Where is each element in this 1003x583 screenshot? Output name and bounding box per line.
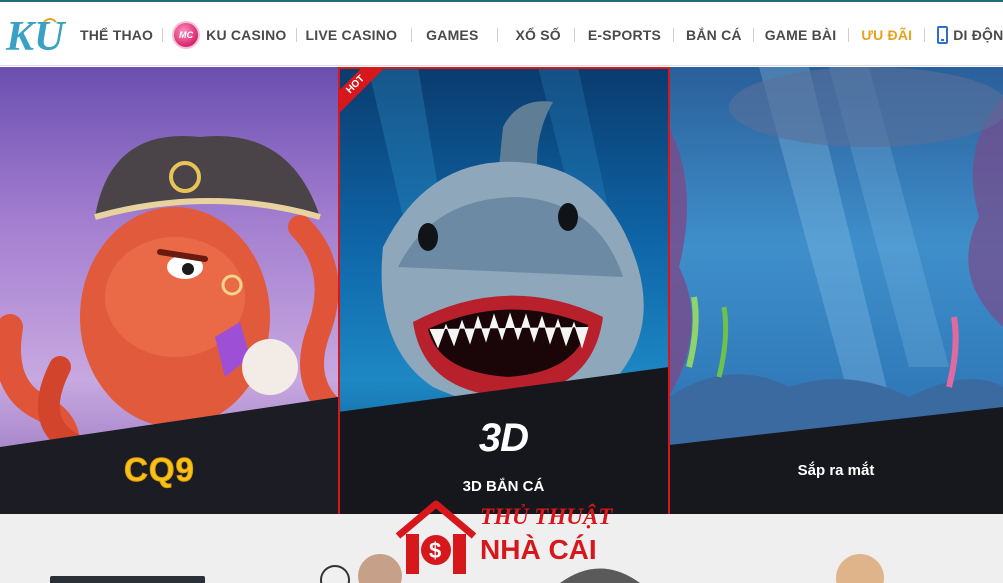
nav-label: BẮN CÁ — [686, 27, 742, 43]
hot-ribbon: HOT — [338, 67, 390, 119]
nav-label: KU CASINO — [206, 27, 287, 43]
nav-label: ƯU ĐÃI — [861, 27, 913, 43]
nav-item-games[interactable]: GAMES — [426, 2, 478, 68]
nav-label: XỔ SỐ — [515, 27, 561, 43]
ku-logo[interactable]: KU — [4, 12, 74, 58]
game-card-3d-fishing[interactable]: 3D 3D BẮN CÁ — [338, 67, 669, 514]
nav-divider — [924, 28, 926, 42]
octopus-pirate-art — [0, 136, 338, 514]
nav-item-sports[interactable]: THỂ THAO — [80, 2, 153, 68]
nav-label: E-SPORTS — [587, 27, 662, 43]
nav-divider — [673, 28, 675, 42]
watermark-line-2: NHÀ CÁI — [480, 534, 597, 565]
cq9-logo: CQ9 — [124, 451, 195, 489]
nav-item-lottery[interactable]: XỔ SỐ — [516, 2, 561, 68]
nav-divider — [162, 28, 164, 42]
mc-badge-text: MC — [178, 30, 194, 40]
3d-logo: 3D — [478, 416, 529, 460]
nav-label: DI ĐỘNG — [953, 27, 1003, 43]
svg-text:$: $ — [429, 538, 441, 563]
nav-item-fishing[interactable]: BẮN CÁ — [686, 2, 742, 68]
nav-divider — [496, 28, 498, 42]
nav-divider — [295, 28, 297, 42]
top-navigation-bar: KU THỂ THAO MC KU CASINO LIVE CASINO GAM… — [0, 0, 1003, 66]
main-nav: THỂ THAO MC KU CASINO LIVE CASINO GAMES … — [80, 2, 1003, 68]
nav-label: GAMES — [426, 27, 479, 43]
phone-icon — [937, 26, 949, 44]
nav-item-mobile[interactable]: DI ĐỘNG — [937, 2, 1003, 68]
svg-text:KU: KU — [5, 14, 67, 58]
underwater-scene-art — [669, 67, 1003, 514]
nav-divider — [411, 28, 413, 42]
nav-label: LIVE CASINO — [305, 27, 398, 43]
nav-divider — [573, 28, 575, 42]
game-card-cq9[interactable]: CQ9 — [0, 67, 338, 514]
mc-badge-icon: MC — [172, 21, 201, 49]
nav-item-promotions[interactable]: ƯU ĐÃI — [861, 2, 912, 68]
nav-divider — [752, 28, 754, 42]
nav-item-live-casino[interactable]: LIVE CASINO — [306, 2, 398, 68]
nav-item-ku-casino[interactable]: MC KU CASINO — [172, 2, 286, 68]
nav-label: GAME BÀI — [764, 27, 837, 43]
game-title: 3D BẮN CÁ — [462, 478, 545, 495]
watermark-line-1: THỦ THUẬT — [480, 504, 613, 529]
house-dollar-icon: $ — [395, 500, 477, 574]
game-panels: CQ9 3D 3D BẮN CÁ Sắp ra mắt — [0, 67, 1003, 514]
nav-divider — [848, 28, 850, 42]
game-title: Sắp ra mắt — [797, 462, 875, 479]
nav-label: THỂ THAO — [80, 27, 154, 43]
hot-label: HOT — [338, 67, 390, 119]
nav-item-card-games[interactable]: GAME BÀI — [765, 2, 837, 68]
nav-item-esports[interactable]: E-SPORTS — [588, 2, 661, 68]
watermark: $ THỦ THUẬT NHÀ CÁI — [392, 498, 612, 578]
game-card-coming-soon[interactable]: Sắp ra mắt — [669, 67, 1003, 514]
